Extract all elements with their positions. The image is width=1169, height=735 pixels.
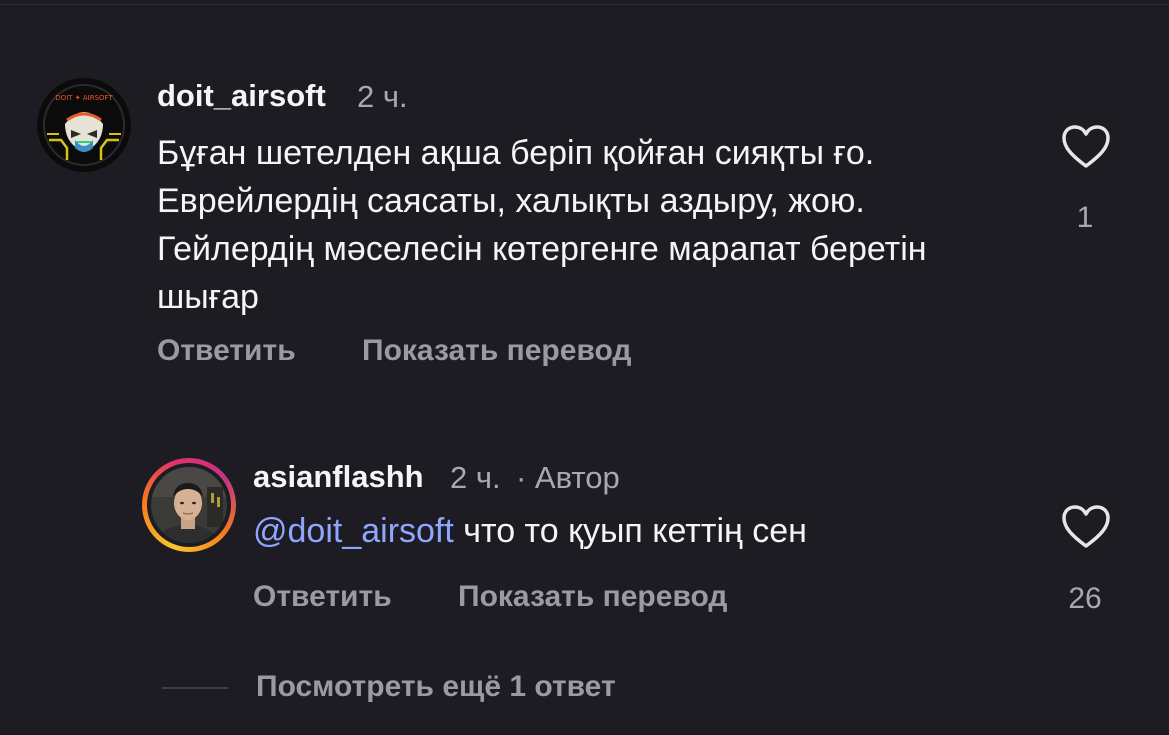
like-button[interactable] — [1061, 504, 1111, 550]
comment-username[interactable]: asianflashh — [253, 459, 424, 495]
like-count: 1 — [1076, 201, 1094, 234]
reply-button[interactable]: Ответить — [253, 580, 392, 614]
comment-time: 2 ч. — [450, 460, 501, 495]
avatar[interactable]: DOIT ✦ AIRSOFT — [37, 78, 131, 172]
view-more-replies-button[interactable]: Посмотреть ещё 1 ответ — [256, 670, 616, 704]
story-ring[interactable] — [142, 458, 236, 552]
comment-username[interactable]: doit_airsoft — [157, 78, 326, 114]
comment-text: @doit_airsoft что то қуып кеттің сен — [253, 507, 1013, 555]
reply-button[interactable]: Ответить — [157, 334, 296, 368]
avatar[interactable] — [151, 467, 227, 543]
heart-icon — [1062, 125, 1110, 168]
heart-icon — [1062, 505, 1110, 548]
logo-text: DOIT ✦ AIRSOFT — [55, 94, 113, 102]
comment-time: 2 ч. — [357, 79, 408, 114]
replies-divider-line — [162, 687, 228, 689]
show-translation-button[interactable]: Показать перевод — [458, 580, 727, 614]
comment-text: Бұған шетелден ақша беріп қойған сияқты … — [157, 134, 927, 316]
like-count: 26 — [1068, 582, 1102, 615]
like-button[interactable] — [1061, 124, 1111, 170]
comment-text-body: что то қуып кеттің сен — [453, 512, 807, 550]
show-translation-button[interactable]: Показать перевод — [362, 334, 631, 368]
top-divider — [0, 0, 1169, 5]
mention-link[interactable]: @doit_airsoft — [253, 512, 454, 550]
author-badge: · Автор — [516, 460, 620, 495]
